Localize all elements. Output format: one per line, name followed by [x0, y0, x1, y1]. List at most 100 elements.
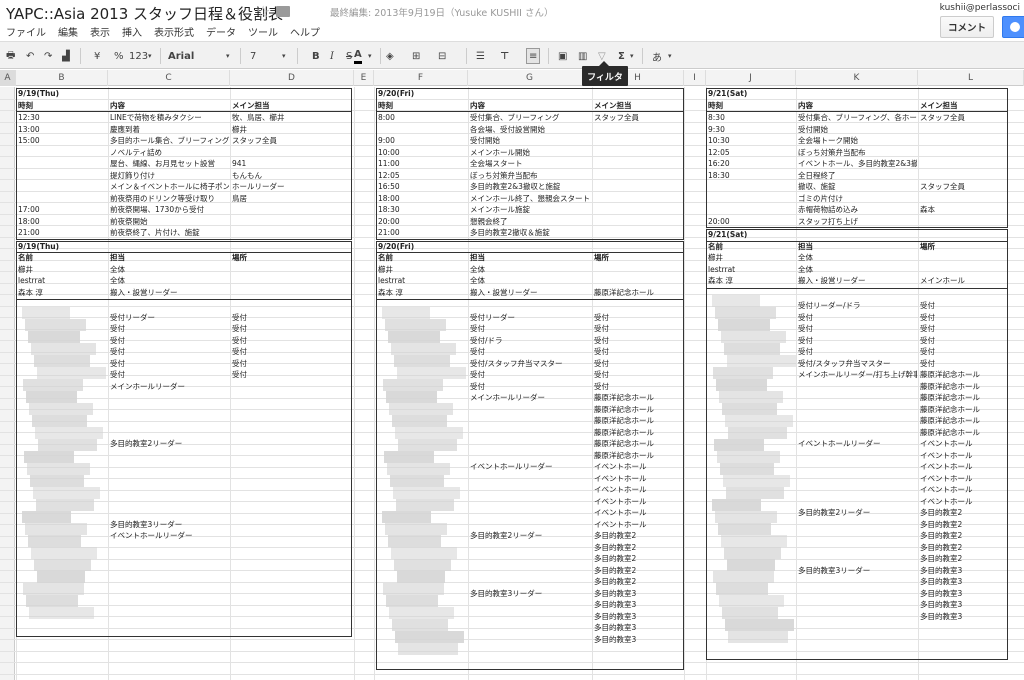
- location-cell[interactable]: 藤原洋記念ホール: [920, 405, 980, 414]
- sheet-grid[interactable]: 9/19(Thu) 時刻 内容 メイン担当 12:30 LINEで荷物を積みタクシー 牧、鳥…: [0, 87, 1024, 680]
- staff-cell[interactable]: 櫛井: [18, 265, 33, 274]
- column-header-i[interactable]: I: [684, 70, 706, 86]
- redo-icon[interactable]: ↷: [44, 48, 52, 64]
- schedule-cell[interactable]: 16:20: [708, 159, 730, 168]
- location-cell[interactable]: イベントホール: [594, 497, 647, 506]
- staff-cell[interactable]: 搬入・設営リーダー: [798, 276, 866, 285]
- location-cell[interactable]: 受付: [232, 313, 247, 322]
- schedule-cell[interactable]: スタッフ全員: [594, 113, 639, 122]
- location-cell[interactable]: 藤原洋記念ホール: [594, 451, 654, 460]
- column-header-e[interactable]: E: [354, 70, 374, 86]
- role-cell[interactable]: メインホールリーダー: [470, 393, 545, 402]
- schedule-cell[interactable]: 多目的教室2&3撤収と施錠: [470, 182, 560, 191]
- input-tools-button[interactable]: あ: [652, 48, 662, 64]
- role-cell[interactable]: 受付リーダー: [110, 313, 155, 322]
- location-cell[interactable]: 藤原洋記念ホール: [594, 428, 654, 437]
- role-cell[interactable]: 受付/ドラ: [470, 336, 503, 345]
- staff-cell[interactable]: メインホール: [920, 276, 965, 285]
- schedule-cell[interactable]: 牧、鳥居、櫛井: [232, 113, 285, 122]
- staff-cell[interactable]: 森本 淳: [18, 288, 43, 297]
- comment-button[interactable]: コメント: [940, 16, 994, 38]
- schedule-cell[interactable]: LINEで荷物を積みタクシー: [110, 113, 202, 122]
- last-edit-info[interactable]: 最終編集: 2013年9月19日（Yusuke KUSHII さん）: [330, 5, 554, 19]
- schedule-cell[interactable]: 撤収、施錠: [798, 182, 836, 191]
- schedule-cell[interactable]: 11:00: [378, 159, 400, 168]
- location-cell[interactable]: イベントホール: [594, 520, 647, 529]
- schedule-header[interactable]: メイン担当: [920, 101, 958, 110]
- location-cell[interactable]: 受付: [232, 347, 247, 356]
- schedule-cell[interactable]: 前夜祭用のドリンク等受け取り: [110, 194, 215, 203]
- location-cell[interactable]: 藤原洋記念ホール: [594, 416, 654, 425]
- schedule-cell[interactable]: 受付集合、ブリーフィング、各ホール設営: [798, 113, 917, 122]
- location-cell[interactable]: イベントホール: [594, 474, 647, 483]
- location-cell[interactable]: 藤原洋記念ホール: [920, 370, 980, 379]
- assign-header[interactable]: 担当: [798, 242, 813, 251]
- borders-icon[interactable]: ⊞: [412, 48, 420, 64]
- schedule-cell[interactable]: 10:00: [378, 148, 400, 157]
- staff-cell[interactable]: 森本 淳: [378, 288, 403, 297]
- schedule-header[interactable]: 内容: [798, 101, 813, 110]
- schedule-cell[interactable]: 前夜祭終了、片付け、施錠: [110, 228, 200, 237]
- location-cell[interactable]: 多目的教室3: [920, 589, 962, 598]
- location-cell[interactable]: 藤原洋記念ホール: [594, 405, 654, 414]
- location-cell[interactable]: 受付: [594, 313, 609, 322]
- menu-item[interactable]: 編集: [52, 22, 84, 40]
- assign-header[interactable]: 担当: [470, 253, 485, 262]
- role-cell[interactable]: 受付: [110, 336, 125, 345]
- schedule-cell[interactable]: 受付開始: [798, 125, 828, 134]
- document-title[interactable]: YAPC::Asia 2013 スタッフ日程＆役割表: [6, 3, 283, 24]
- schedule-cell[interactable]: 慶應到着: [110, 125, 140, 134]
- role-cell[interactable]: 受付: [798, 324, 813, 333]
- schedule-cell[interactable]: 12:05: [378, 171, 400, 180]
- role-cell[interactable]: 多目的教室2リーダー: [110, 439, 182, 448]
- location-cell[interactable]: 多目的教室3: [594, 600, 636, 609]
- role-cell[interactable]: 受付: [470, 370, 485, 379]
- role-cell[interactable]: 多目的教室3リーダー: [470, 589, 542, 598]
- schedule-cell[interactable]: 受付開始: [470, 136, 500, 145]
- row-headers[interactable]: [0, 87, 15, 680]
- assign-header[interactable]: 名前: [708, 242, 723, 251]
- menu-item[interactable]: 表示形式: [148, 22, 200, 40]
- location-cell[interactable]: イベントホール: [920, 474, 973, 483]
- undo-icon[interactable]: ↶: [26, 48, 34, 64]
- schedule-cell[interactable]: メイン＆イベントホールに椅子ポンサー広告貼る: [110, 182, 229, 191]
- staff-cell[interactable]: 櫛井: [708, 253, 723, 262]
- schedule-cell[interactable]: 20:00: [378, 217, 400, 226]
- location-cell[interactable]: 受付: [232, 359, 247, 368]
- currency-button[interactable]: ¥: [94, 48, 100, 64]
- schedule-cell[interactable]: イベントホール、多目的教室2&3撤収と施錠: [798, 159, 917, 168]
- schedule-cell[interactable]: 21:00: [18, 228, 40, 237]
- schedule-cell[interactable]: メインホール終了、懇親会スタート: [470, 194, 590, 203]
- location-cell[interactable]: 多目的教室2: [594, 531, 636, 540]
- role-cell[interactable]: イベントホールリーダー: [470, 462, 553, 471]
- font-size-select[interactable]: 7: [250, 48, 256, 64]
- wrap-text-icon[interactable]: ≡: [526, 48, 541, 64]
- chevron-down-icon[interactable]: ▾: [226, 48, 230, 64]
- number-format-button[interactable]: 123: [129, 48, 148, 64]
- assign-header[interactable]: 場所: [594, 253, 609, 262]
- menu-item[interactable]: ツール: [242, 22, 284, 40]
- schedule-cell[interactable]: 8:30: [708, 113, 725, 122]
- schedule-cell[interactable]: 12:05: [708, 148, 730, 157]
- schedule-cell[interactable]: 提灯飾り付け: [110, 171, 155, 180]
- paint-format-icon[interactable]: ▟: [62, 48, 70, 64]
- schedule-cell[interactable]: 森本: [920, 205, 935, 214]
- staff-cell[interactable]: 全体: [110, 276, 125, 285]
- staff-cell[interactable]: 藤原洋記念ホール: [594, 288, 654, 297]
- schedule-cell[interactable]: 21:00: [378, 228, 400, 237]
- fill-color-icon[interactable]: ◈: [386, 48, 394, 64]
- schedule-cell[interactable]: 18:00: [18, 217, 40, 226]
- schedule-cell[interactable]: メインホール施錠: [470, 205, 530, 214]
- assign-header[interactable]: 名前: [378, 253, 393, 262]
- role-cell[interactable]: イベントホールリーダー: [110, 531, 193, 540]
- schedule-cell[interactable]: スタッフ全員: [920, 182, 965, 191]
- schedule-cell[interactable]: 多目的ホール集合、ブリーフィング: [110, 136, 229, 145]
- location-cell[interactable]: 藤原洋記念ホール: [920, 382, 980, 391]
- schedule-header[interactable]: 時刻: [378, 101, 393, 110]
- schedule-cell[interactable]: 全会場スタート: [470, 159, 523, 168]
- schedule-cell[interactable]: スタッフ全員: [232, 136, 277, 145]
- day-label[interactable]: 9/19(Thu): [18, 242, 59, 251]
- location-cell[interactable]: 多目的教室3: [920, 612, 962, 621]
- assign-header[interactable]: 場所: [920, 242, 935, 251]
- location-cell[interactable]: 藤原洋記念ホール: [920, 416, 980, 425]
